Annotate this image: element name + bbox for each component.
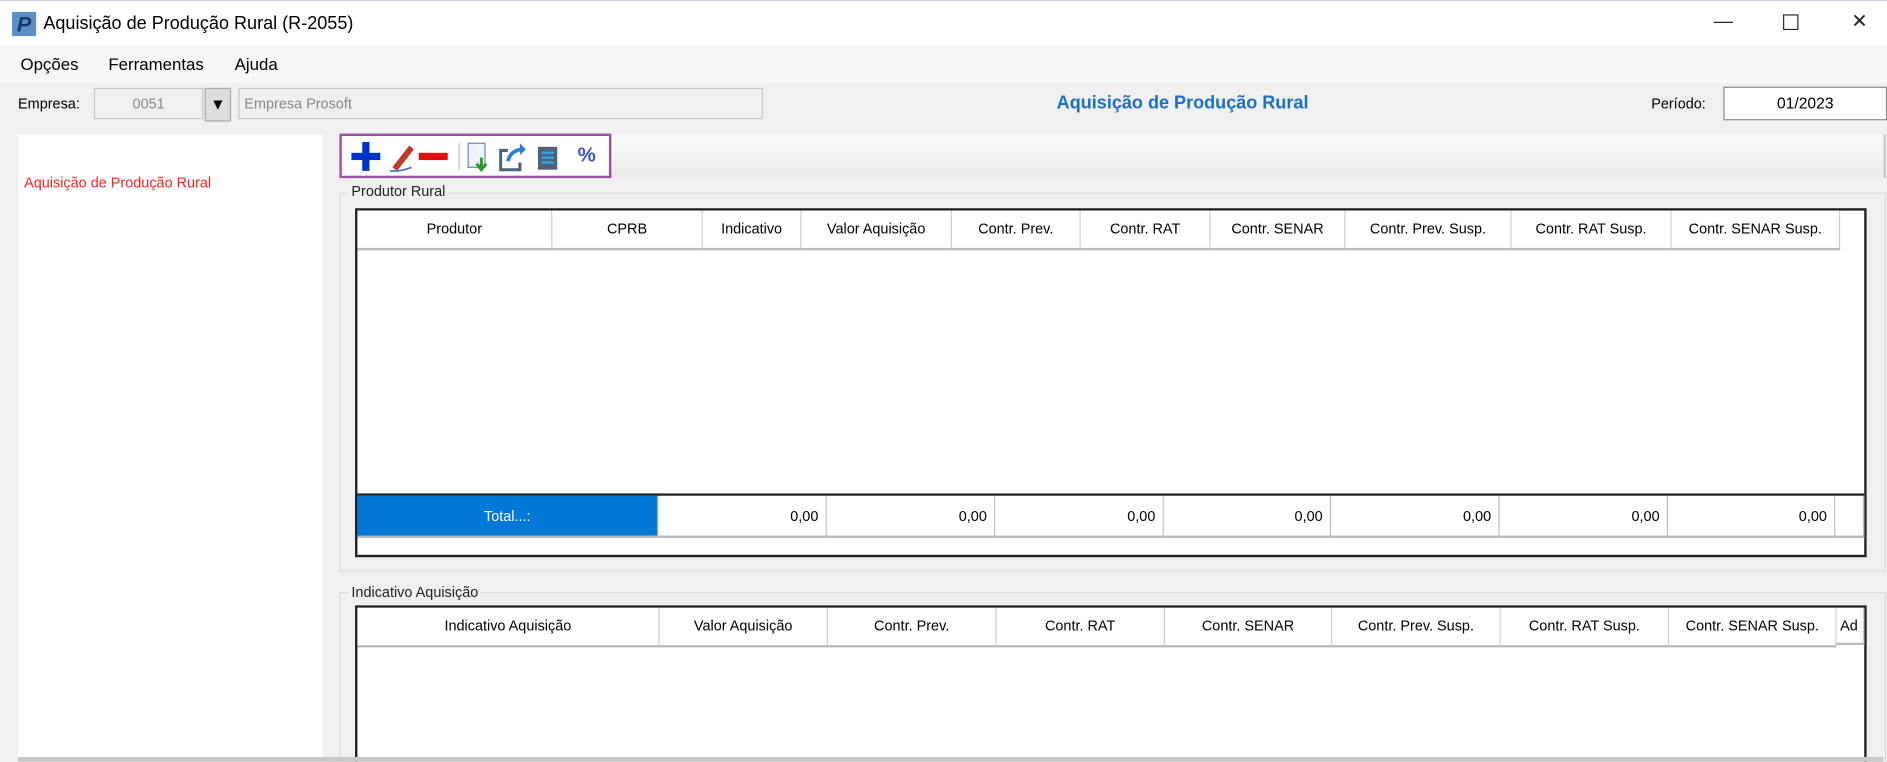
column-header[interactable]: Contr. RAT bbox=[996, 607, 1165, 648]
column-header[interactable]: Ad bbox=[1836, 607, 1865, 646]
close-button[interactable]: ✕ bbox=[1835, 6, 1883, 40]
column-header[interactable]: Indicativo bbox=[702, 210, 802, 251]
total-value: 0,00 bbox=[995, 495, 1164, 538]
column-header[interactable]: Contr. RAT Susp. bbox=[1500, 607, 1670, 648]
total-value: 0,00 bbox=[658, 495, 827, 538]
column-header[interactable]: Produtor bbox=[357, 210, 553, 251]
produtor-rural-title: Produtor Rural bbox=[349, 182, 448, 200]
total-cell-empty bbox=[1835, 495, 1865, 538]
title-bar: P Aquisição de Produção Rural (R-2055) —… bbox=[0, 0, 1887, 46]
app-icon: P bbox=[12, 12, 37, 37]
column-header[interactable]: Contr. SENAR bbox=[1210, 210, 1346, 251]
percent-icon[interactable]: % bbox=[578, 143, 596, 167]
column-header[interactable]: Contr. RAT bbox=[1080, 210, 1211, 251]
empresa-dropdown-button[interactable]: ▼ bbox=[204, 87, 232, 122]
export-icon[interactable] bbox=[499, 143, 526, 172]
sidebar-item-aquisicao[interactable]: Aquisição de Produção Rural bbox=[24, 175, 211, 192]
total-value: 0,00 bbox=[826, 495, 996, 538]
indicativo-aquisicao-table[interactable]: Indicativo Aquisição Valor Aquisição Con… bbox=[355, 605, 1867, 762]
column-header[interactable]: Valor Aquisição bbox=[801, 210, 952, 251]
menu-bar: Opções Ferramentas Ajuda bbox=[0, 44, 1887, 84]
total-value: 0,00 bbox=[1331, 495, 1500, 538]
report-icon[interactable] bbox=[537, 146, 558, 170]
column-header[interactable]: Contr. Prev. Susp. bbox=[1345, 210, 1512, 251]
window-title: Aquisição de Produção Rural (R-2055) bbox=[43, 13, 354, 34]
column-header[interactable]: Contr. SENAR bbox=[1164, 607, 1333, 648]
produtor-rural-table[interactable]: Produtor CPRB Indicativo Valor Aquisição… bbox=[355, 208, 1867, 558]
total-value: 0,00 bbox=[1499, 495, 1669, 538]
sidebar: Aquisição de Produção Rural bbox=[18, 134, 323, 762]
page-title: Aquisição de Produção Rural bbox=[1056, 92, 1309, 114]
edit-icon[interactable] bbox=[389, 145, 415, 173]
maximize-button[interactable]: ☐ bbox=[1767, 6, 1815, 40]
total-label: Total...: bbox=[357, 495, 659, 538]
periodo-field[interactable]: 01/2023 bbox=[1723, 86, 1887, 121]
column-header[interactable]: Contr. RAT Susp. bbox=[1511, 210, 1672, 251]
indicativo-aquisicao-title: Indicativo Aquisição bbox=[349, 583, 481, 601]
empresa-name-field: Empresa Prosoft bbox=[238, 87, 764, 120]
column-header[interactable]: Indicativo Aquisição bbox=[357, 607, 660, 648]
empresa-label: Empresa: bbox=[18, 95, 80, 112]
periodo-label: Período: bbox=[1651, 95, 1706, 112]
minimize-button[interactable]: — bbox=[1699, 6, 1747, 40]
column-header[interactable]: Contr. Prev. bbox=[828, 607, 997, 648]
column-header[interactable]: Contr. SENAR Susp. bbox=[1669, 607, 1837, 648]
column-header[interactable]: Contr. SENAR Susp. bbox=[1671, 210, 1841, 251]
horizontal-scrollbar[interactable] bbox=[18, 757, 1884, 762]
column-header[interactable]: Contr. Prev. bbox=[951, 210, 1081, 251]
import-icon[interactable] bbox=[467, 142, 488, 173]
menu-opcoes[interactable]: Opções bbox=[20, 54, 78, 73]
total-value: 0,00 bbox=[1668, 495, 1836, 538]
application-window: P Aquisição de Produção Rural (R-2055) —… bbox=[0, 0, 1887, 762]
menu-ajuda[interactable]: Ajuda bbox=[235, 54, 278, 73]
column-header[interactable]: Contr. Prev. Susp. bbox=[1332, 607, 1501, 648]
column-header[interactable]: Valor Aquisição bbox=[659, 607, 829, 648]
column-header[interactable]: CPRB bbox=[552, 210, 703, 251]
header-bar: Empresa: 0051 ▼ Empresa Prosoft Aquisiçã… bbox=[0, 83, 1887, 129]
remove-icon[interactable] bbox=[418, 152, 448, 161]
empresa-code-field[interactable]: 0051 bbox=[93, 87, 204, 120]
total-value: 0,00 bbox=[1163, 495, 1332, 538]
toolbar-separator bbox=[458, 143, 460, 170]
menu-ferramentas[interactable]: Ferramentas bbox=[108, 54, 204, 73]
toolbar-actions: % bbox=[339, 133, 612, 179]
add-icon[interactable] bbox=[351, 142, 381, 171]
